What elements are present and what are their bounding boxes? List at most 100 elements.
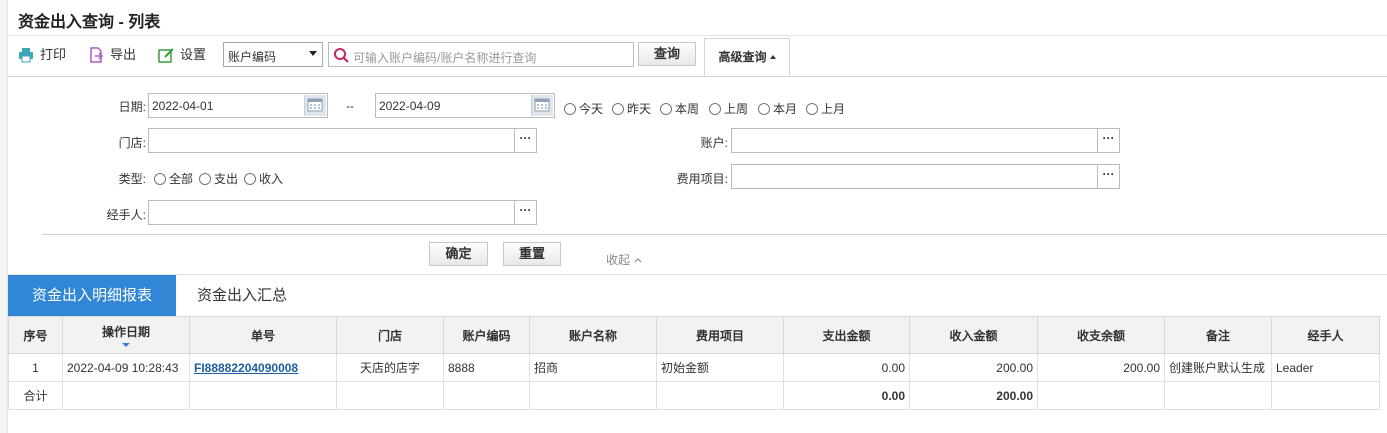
column-header-label: 操作日期 — [101, 325, 150, 339]
print-button[interactable]: 打印 — [18, 44, 66, 66]
caret-up-icon — [769, 55, 776, 59]
divider — [42, 234, 1387, 235]
print-label: 打印 — [40, 47, 67, 62]
date-from-input[interactable]: 2022-04-01 — [148, 93, 328, 118]
calendar-icon[interactable] — [531, 95, 553, 116]
total-empty — [529, 381, 657, 410]
cell-number: FI88882204090008 — [189, 353, 337, 382]
search-field-select[interactable]: 账户编码 — [223, 42, 323, 67]
advanced-search-label: 高级查询 — [718, 50, 767, 64]
column-header[interactable]: 备注 — [1164, 316, 1272, 354]
column-header[interactable]: 门店 — [336, 316, 444, 354]
store-input[interactable]: ··· — [148, 128, 537, 153]
total-empty — [336, 381, 444, 410]
radio-label: 收入 — [259, 172, 284, 186]
table-row[interactable]: 1 2022-04-09 10:28:43 FI88882204090008 天… — [8, 353, 1380, 382]
column-header-sorted[interactable]: 操作日期 — [62, 316, 190, 354]
column-header[interactable]: 支出金额 — [783, 316, 910, 354]
tab-detail-report[interactable]: 资金出入明细报表 — [8, 275, 176, 317]
radio-label: 今天 — [579, 102, 604, 116]
date-to-input[interactable]: 2022-04-09 — [375, 93, 555, 118]
expense-item-input[interactable]: ··· — [731, 164, 1120, 189]
date-label: 日期: — [118, 100, 146, 114]
radio-last-week[interactable]: 上周 — [709, 100, 748, 117]
radio-today[interactable]: 今天 — [564, 100, 603, 117]
radio-circle — [154, 172, 166, 185]
account-input[interactable]: ··· — [731, 128, 1120, 153]
table-total-row: 合计 0.00 200.00 — [8, 381, 1380, 410]
cell-index: 1 — [8, 353, 63, 382]
total-in-amount: 200.00 — [909, 381, 1038, 410]
column-header[interactable]: 费用项目 — [656, 316, 784, 354]
cell-out-amount: 0.00 — [783, 353, 910, 382]
date-separator: -- — [346, 99, 354, 113]
radio-type-expense[interactable]: 支出 — [199, 170, 238, 187]
column-header[interactable]: 账户名称 — [529, 316, 657, 354]
radio-circle — [244, 172, 256, 185]
total-empty — [62, 381, 190, 410]
cell-store: 天店的店字 — [336, 353, 444, 382]
collapse-toggle[interactable]: 收起 — [606, 251, 643, 268]
tab-summary[interactable]: 资金出入汇总 — [176, 275, 308, 317]
total-empty — [443, 381, 530, 410]
radio-last-month[interactable]: 上月 — [806, 100, 845, 117]
radio-label: 昨天 — [627, 102, 652, 116]
table-header-row: 序号 操作日期 单号 门店 账户编码 账户名称 费用项目 支出金额 收入金额 收… — [8, 316, 1380, 354]
handler-input[interactable]: ··· — [148, 200, 537, 225]
left-frame-edge — [0, 0, 8, 433]
total-empty — [1037, 381, 1165, 410]
more-icon[interactable]: ··· — [514, 129, 536, 152]
column-header[interactable]: 收入金额 — [909, 316, 1038, 354]
radio-circle — [660, 102, 672, 115]
radio-circle — [806, 102, 818, 115]
radio-type-all[interactable]: 全部 — [154, 170, 193, 187]
radio-circle — [758, 102, 770, 115]
radio-type-income[interactable]: 收入 — [244, 170, 283, 187]
handler-label: 经手人: — [106, 208, 146, 222]
settings-label: 设置 — [180, 47, 207, 62]
report-tabs: 资金出入明细报表 资金出入汇总 — [8, 274, 1387, 317]
radio-circle — [199, 172, 211, 185]
date-to-value: 2022-04-09 — [379, 99, 441, 113]
search-input[interactable]: 可输入账户编码/账户名称进行查询 — [328, 42, 634, 67]
export-label: 导出 — [110, 47, 137, 62]
radio-yesterday[interactable]: 昨天 — [612, 100, 651, 117]
chevron-down-icon — [309, 51, 317, 56]
radio-label: 本月 — [773, 102, 798, 116]
search-button[interactable]: 查询 — [638, 42, 696, 66]
printer-icon — [19, 48, 33, 63]
cell-balance: 200.00 — [1037, 353, 1165, 382]
column-header[interactable]: 经手人 — [1271, 316, 1380, 354]
radio-this-week[interactable]: 本周 — [660, 100, 699, 117]
confirm-button[interactable]: 确定 — [429, 242, 488, 266]
collapse-label: 收起 — [606, 253, 631, 267]
radio-label: 全部 — [169, 172, 194, 186]
more-icon[interactable]: ··· — [514, 201, 536, 224]
reset-button[interactable]: 重置 — [503, 242, 561, 266]
date-from-value: 2022-04-01 — [152, 99, 214, 113]
total-empty — [656, 381, 784, 410]
order-number-link[interactable]: FI88882204090008 — [194, 361, 298, 375]
radio-this-month[interactable]: 本月 — [758, 100, 797, 117]
cell-account-code: 8888 — [443, 353, 530, 382]
column-header[interactable]: 单号 — [189, 316, 337, 354]
search-placeholder: 可输入账户编码/账户名称进行查询 — [353, 51, 537, 65]
cell-date: 2022-04-09 10:28:43 — [62, 353, 190, 382]
calendar-icon[interactable] — [304, 95, 326, 116]
total-empty — [189, 381, 337, 410]
expense-item-label: 费用项目: — [676, 172, 728, 186]
column-header[interactable]: 序号 — [8, 316, 63, 354]
advanced-search-toggle[interactable]: 高级查询 — [704, 38, 790, 77]
cell-expense-item: 初始金额 — [656, 353, 784, 382]
more-icon[interactable]: ··· — [1097, 129, 1119, 152]
settings-button[interactable]: 设置 — [158, 44, 206, 66]
export-button[interactable]: 导出 — [88, 44, 136, 66]
export-icon — [90, 47, 104, 63]
records-table: 序号 操作日期 单号 门店 账户编码 账户名称 费用项目 支出金额 收入金额 收… — [8, 316, 1380, 410]
more-icon[interactable]: ··· — [1097, 165, 1119, 188]
column-header[interactable]: 收支余额 — [1037, 316, 1165, 354]
store-label: 门店: — [118, 136, 146, 150]
column-header[interactable]: 账户编码 — [443, 316, 530, 354]
cell-handler: Leader — [1271, 353, 1380, 382]
account-label: 账户: — [700, 136, 728, 150]
